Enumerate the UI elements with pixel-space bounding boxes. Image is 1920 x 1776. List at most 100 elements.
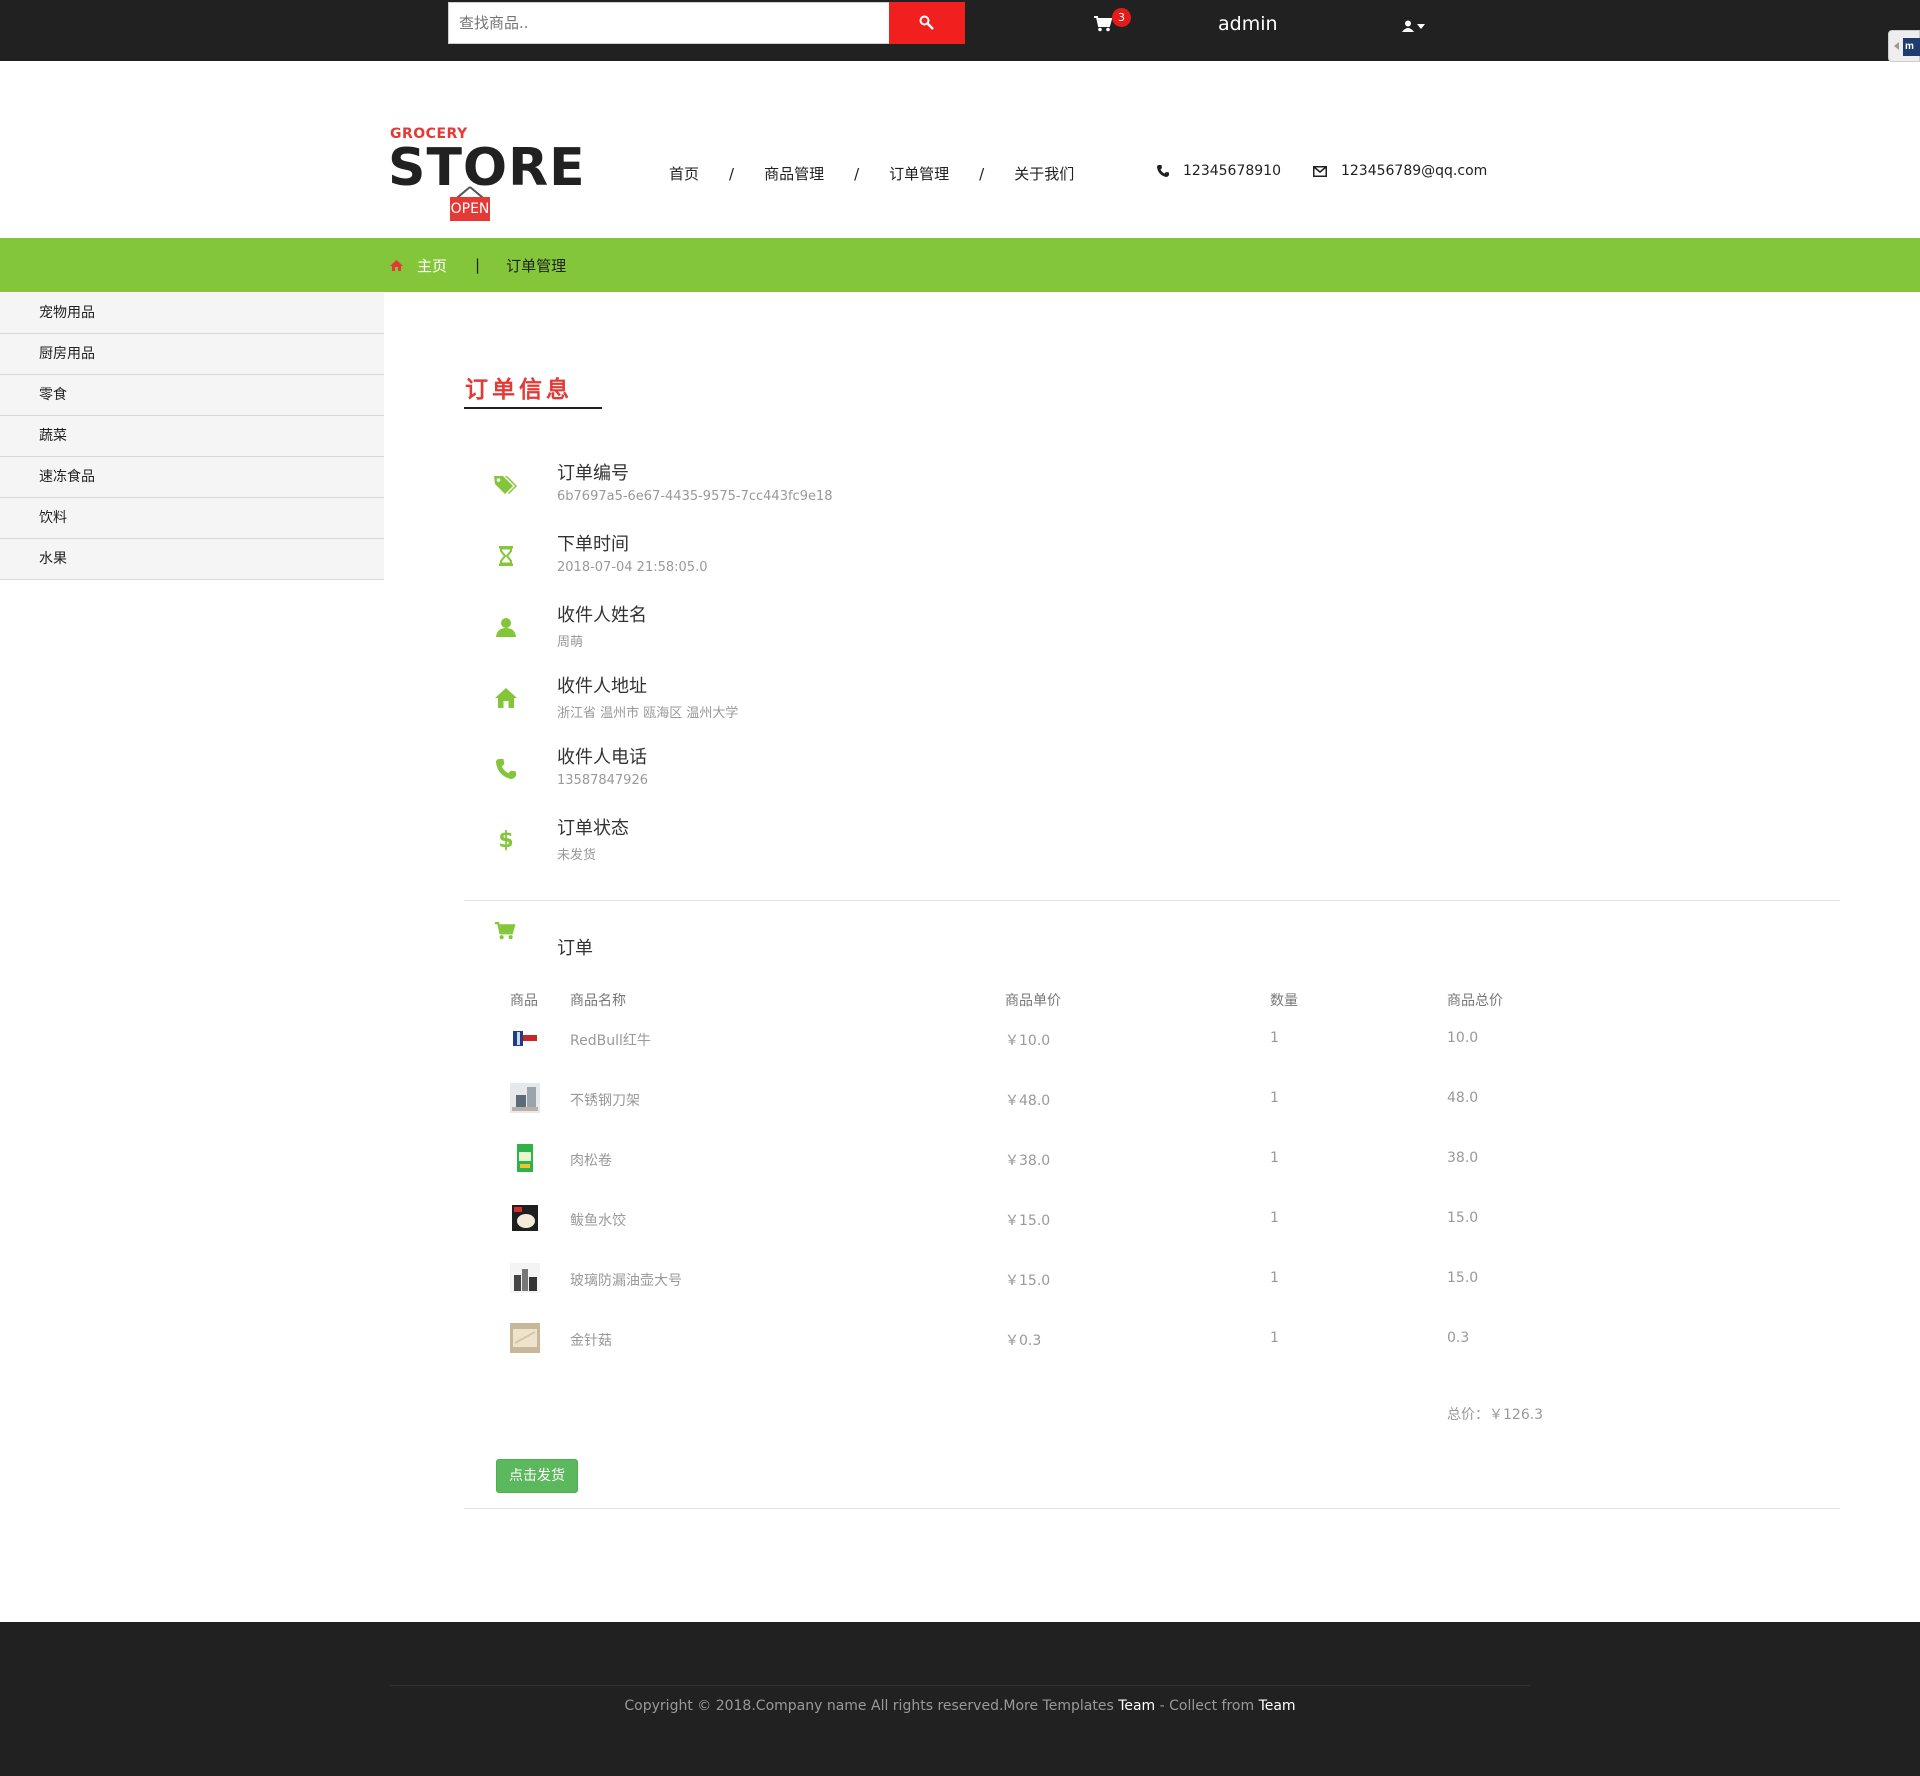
order-info-title: 订单信息 — [465, 376, 573, 403]
user-menu-toggle[interactable] — [1402, 16, 1432, 36]
cart-count-badge: 3 — [1112, 8, 1131, 27]
product-thumbnail[interactable] — [510, 1143, 540, 1173]
product-name[interactable]: 鲅鱼水饺 — [570, 1210, 626, 1230]
product-name[interactable]: 不锈钢刀架 — [570, 1090, 640, 1110]
product-total: 0.3 — [1447, 1330, 1470, 1346]
divider — [464, 1508, 1840, 1509]
side-panel-logo-icon: m — [1903, 38, 1920, 56]
user-icon — [490, 611, 522, 643]
sidebar-item-pet-supplies[interactable]: 宠物用品 — [0, 293, 384, 334]
cart-icon — [1094, 16, 1112, 32]
column-header: 商品总价 — [1447, 993, 1503, 1009]
side-panel-tab[interactable]: m — [1888, 30, 1920, 62]
footer-link-team[interactable]: Team — [1118, 1698, 1155, 1714]
product-price: ￥48.0 — [1005, 1093, 1051, 1109]
breadcrumb-home-label: 主页 — [417, 256, 448, 275]
info-label: 订单状态 — [557, 818, 629, 839]
product-price: ￥15.0 — [1005, 1273, 1051, 1289]
contact-phone: 12345678910 — [1183, 163, 1281, 179]
product-total: 10.0 — [1447, 1030, 1479, 1046]
column-header: 商品名称 — [570, 993, 626, 1009]
main-nav: 首页 / 商品管理 / 订单管理 / 关于我们 — [669, 163, 1074, 184]
sidebar-item-kitchen[interactable]: 厨房用品 — [0, 334, 384, 375]
table-header: 商品 商品名称 商品单价 数量 商品总价 — [510, 990, 1710, 1010]
nav-item-products[interactable]: 商品管理 — [764, 163, 824, 184]
product-quantity: 1 — [1270, 1270, 1279, 1286]
search-input[interactable] — [448, 2, 890, 44]
logo-store-text: STORE — [388, 138, 586, 198]
envelope-icon — [1312, 165, 1327, 177]
sidebar-item-snacks[interactable]: 零食 — [0, 375, 384, 416]
nav-item-home[interactable]: 首页 — [669, 163, 699, 184]
product-total: 38.0 — [1447, 1150, 1479, 1166]
footer-link-team-collect[interactable]: Team — [1259, 1698, 1296, 1714]
user-icon — [1402, 20, 1414, 32]
info-value: 6b7697a5-6e67-4435-9575-7cc443fc9e18 — [557, 489, 833, 504]
sidebar-item-vegetables[interactable]: 蔬菜 — [0, 416, 384, 457]
product-thumbnail[interactable] — [510, 1203, 540, 1233]
table-row: RedBull红牛 ￥10.0 1 10.0 — [510, 1010, 1710, 1070]
nav-item-orders[interactable]: 订单管理 — [889, 163, 949, 184]
ship-order-button[interactable]: 点击发货 — [496, 1459, 578, 1493]
cart-button[interactable]: 3 — [1092, 8, 1132, 42]
copyright-text: Copyright © 2018.Company name All rights… — [624, 1698, 1119, 1714]
copyright-text-middle: - Collect from — [1155, 1698, 1259, 1714]
product-thumbnail[interactable] — [510, 1263, 540, 1293]
cart-icon — [494, 922, 516, 945]
contact-email[interactable]: 123456789@qq.com — [1341, 163, 1487, 179]
breadcrumb-separator: | — [475, 256, 481, 274]
product-name[interactable]: RedBull红牛 — [570, 1030, 651, 1050]
info-value: 未发货 — [557, 848, 597, 863]
nav-separator: / — [854, 164, 860, 183]
breadcrumb-current: 订单管理 — [506, 256, 567, 275]
sidebar-item-drinks[interactable]: 饮料 — [0, 498, 384, 539]
phone-icon — [1157, 165, 1169, 177]
info-label: 下单时间 — [557, 534, 629, 555]
column-header: 商品单价 — [1005, 993, 1061, 1009]
info-value: 2018-07-04 21:58:05.0 — [557, 560, 708, 575]
breadcrumb: 主页 | 订单管理 — [390, 238, 566, 292]
nav-item-about[interactable]: 关于我们 — [1014, 163, 1074, 184]
product-name[interactable]: 肉松卷 — [570, 1150, 612, 1170]
order-section-title: 订单 — [557, 938, 593, 959]
order-total: 总价：￥126.3 — [1447, 1407, 1544, 1423]
table-row: 不锈钢刀架 ￥48.0 1 48.0 — [510, 1070, 1710, 1130]
username-link[interactable]: admin — [1218, 13, 1278, 35]
info-label: 收件人姓名 — [557, 605, 647, 626]
product-thumbnail[interactable] — [510, 1023, 540, 1053]
product-thumbnail[interactable] — [510, 1323, 540, 1353]
table-row: 金针菇 ￥0.3 1 0.3 — [510, 1310, 1710, 1370]
product-quantity: 1 — [1270, 1030, 1279, 1046]
product-price: ￥10.0 — [1005, 1033, 1051, 1049]
product-quantity: 1 — [1270, 1090, 1279, 1106]
footer: Copyright © 2018.Company name All rights… — [0, 1622, 1920, 1776]
table-row: 肉松卷 ￥38.0 1 38.0 — [510, 1130, 1710, 1190]
contact-info: 12345678910 123456789@qq.com — [1157, 163, 1487, 179]
column-header: 数量 — [1270, 993, 1298, 1009]
search-icon — [919, 15, 934, 30]
product-quantity: 1 — [1270, 1330, 1279, 1346]
product-total: 15.0 — [1447, 1210, 1479, 1226]
title-underline — [464, 407, 602, 409]
product-name[interactable]: 玻璃防漏油壶大号 — [570, 1270, 682, 1290]
breadcrumb-home[interactable]: 主页 — [390, 255, 447, 276]
breadcrumb-bar: 主页 | 订单管理 — [0, 238, 1920, 292]
product-thumbnail[interactable] — [510, 1083, 540, 1113]
product-total: 48.0 — [1447, 1090, 1479, 1106]
info-label: 订单编号 — [557, 463, 629, 484]
order-items-table: 商品 商品名称 商品单价 数量 商品总价 RedBull红牛 ￥10.0 1 1… — [510, 990, 1710, 1370]
divider — [464, 900, 1840, 901]
product-name[interactable]: 金针菇 — [570, 1330, 612, 1350]
search-button[interactable] — [889, 2, 965, 44]
info-label: 收件人地址 — [557, 676, 647, 697]
product-price: ￥0.3 — [1005, 1333, 1042, 1349]
product-price: ￥38.0 — [1005, 1153, 1051, 1169]
nav-separator: / — [729, 164, 735, 183]
sidebar-item-fruit[interactable]: 水果 — [0, 539, 384, 580]
footer-copyright: Copyright © 2018.Company name All rights… — [0, 1698, 1920, 1714]
sidebar-item-frozen-food[interactable]: 速冻食品 — [0, 457, 384, 498]
table-row: 鲅鱼水饺 ￥15.0 1 15.0 — [510, 1190, 1710, 1250]
dollar-icon: $ — [498, 827, 514, 853]
home-icon — [390, 259, 403, 271]
store-logo[interactable]: GROCERY STORE OPEN — [388, 124, 585, 224]
